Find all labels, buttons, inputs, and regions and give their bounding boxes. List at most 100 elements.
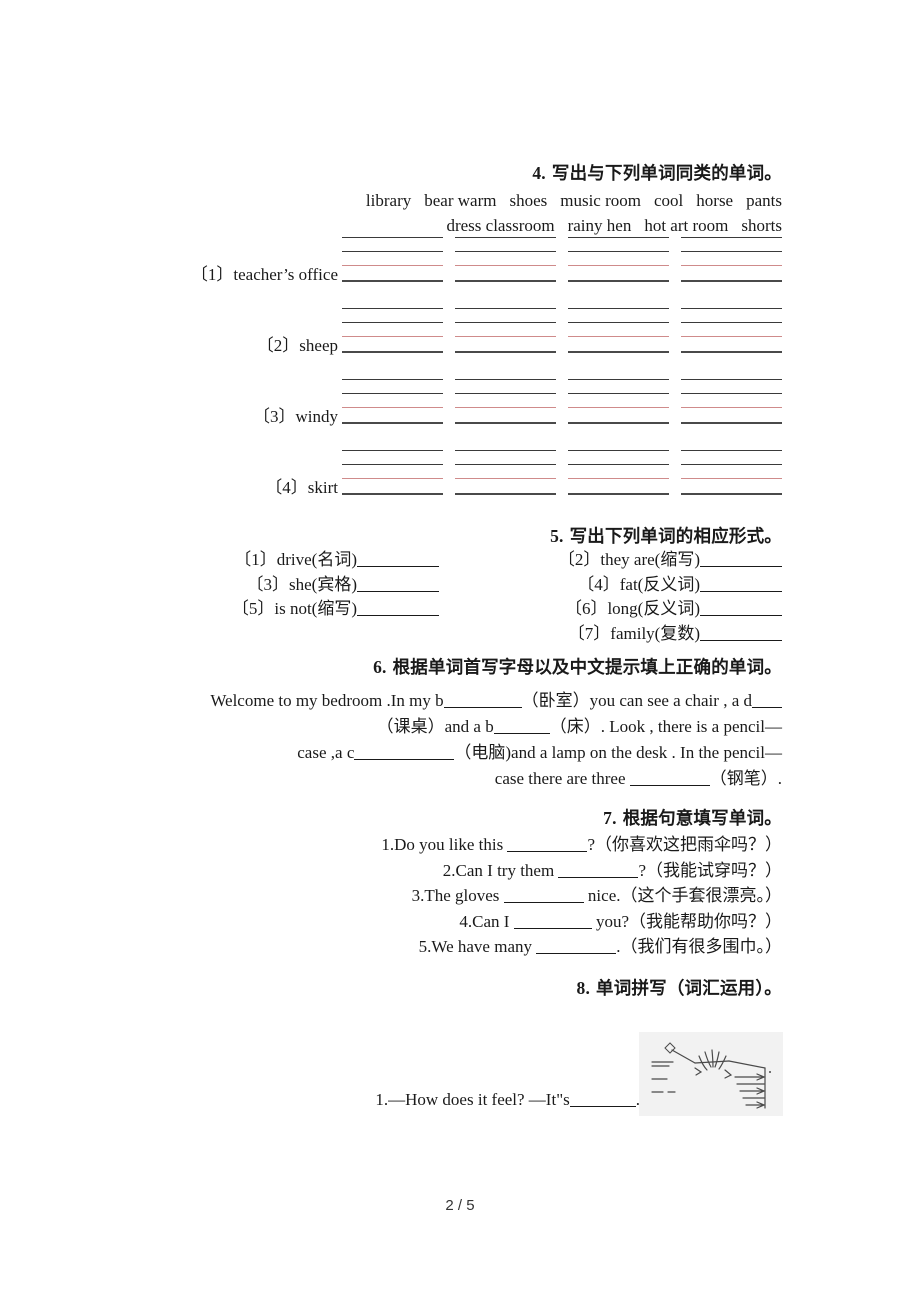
four-line-writing-guide[interactable]: [681, 308, 782, 364]
writing-row: 〔4〕skirt: [120, 435, 782, 506]
answer-blank[interactable]: [357, 615, 439, 616]
four-line-writing-guide[interactable]: [568, 379, 669, 435]
answer-blank[interactable]: [700, 639, 782, 641]
static-text: 5.We have many: [418, 937, 537, 956]
answer-blank[interactable]: [493, 733, 550, 734]
answer-blank[interactable]: [357, 590, 439, 592]
section-8-heading: 8. 单词拼写（词汇运用）。: [420, 975, 782, 1000]
fill-in-question: 1.Do you like this ?（你喜欢这把雨伞吗？）: [240, 832, 782, 858]
section-4-number: 4.: [532, 163, 546, 183]
section-8-question-1: 1.—How does it feel? —It"s.: [240, 1090, 640, 1110]
word-form-item: 〔3〕she(宾格): [140, 573, 461, 598]
answer-blank[interactable]: [357, 566, 439, 567]
static-text: case ,a c: [297, 743, 355, 762]
word-bank-item: music room: [560, 191, 641, 210]
section-8-illustration: [639, 1032, 783, 1116]
answer-blank[interactable]: [503, 902, 584, 903]
section-5-title: 写出下列单词的相应形式。: [569, 526, 782, 546]
answer-blank[interactable]: [507, 851, 588, 852]
word-form-prompt: 〔2〕they are(缩写): [557, 550, 700, 569]
answer-blank[interactable]: [536, 953, 617, 954]
section-7-title: 根据句意填写单词。: [622, 808, 782, 828]
section-6-title: 根据单词首写字母以及中文提示填上正确的单词。: [392, 657, 782, 677]
static-text: 1.—How does it feel? —It"s: [375, 1090, 570, 1109]
static-text: （电脑)and a lamp on the desk . In the penc…: [454, 743, 782, 762]
section-5-heading: 5. 写出下列单词的相应形式。: [400, 523, 782, 548]
writing-row-label: 〔2〕sheep: [256, 336, 338, 355]
section-4-heading: 4. 写出与下列单词同类的单词。: [260, 160, 782, 185]
passage-line: case ,a c （电脑)and a lamp on the desk . In…: [140, 740, 782, 766]
word-bank-item: pants: [746, 191, 782, 210]
word-form-prompt: 〔5〕is not(缩写): [231, 599, 357, 618]
section-7-questions: 1.Do you like this ?（你喜欢这把雨伞吗？） 2.Can I t…: [240, 832, 782, 960]
four-line-writing-guide[interactable]: [342, 237, 443, 293]
fill-in-question: 5.We have many .（我们有很多围巾。）: [240, 934, 782, 960]
answer-blank[interactable]: [569, 1106, 636, 1107]
static-text: nice.（这个手套很漂亮。）: [583, 886, 782, 905]
section-4-title: 写出与下列单词同类的单词。: [551, 163, 782, 183]
section-6-number: 6.: [373, 657, 387, 677]
writing-row-cells: [342, 237, 782, 293]
static-text: Welcome to my bedroom .In my b: [210, 691, 444, 710]
page-number: 2 / 5: [445, 1197, 475, 1214]
answer-blank[interactable]: [558, 876, 639, 878]
answer-blank[interactable]: [354, 759, 455, 760]
four-line-writing-guide[interactable]: [342, 450, 443, 506]
section-6-passage: Welcome to my bedroom .In my b （卧室）you ca…: [140, 688, 782, 792]
writing-row-cells: [342, 308, 782, 364]
word-bank-item: library: [365, 191, 412, 210]
section-8-number: 8.: [576, 978, 591, 998]
four-line-writing-guide[interactable]: [455, 308, 556, 364]
section-5-left-column: 〔1〕drive(名词) 〔3〕she(宾格) 〔5〕is not(缩写): [140, 548, 461, 646]
static-text: ?（我能试穿吗？）: [638, 860, 782, 880]
section-8-title: 单词拼写（词汇运用）。: [596, 978, 782, 998]
four-line-writing-guide[interactable]: [681, 379, 782, 435]
writing-row-label: 〔1〕teacher’s office: [190, 265, 338, 284]
four-line-writing-guide[interactable]: [342, 379, 443, 435]
four-line-writing-guide[interactable]: [681, 450, 782, 506]
static-text: 2.Can I try them: [442, 860, 559, 880]
word-form-prompt: 〔4〕fat(反义词): [577, 574, 700, 594]
answer-blank[interactable]: [513, 927, 592, 929]
word-bank-item: horse: [696, 191, 734, 210]
writing-row-label: 〔4〕skirt: [265, 478, 338, 497]
four-line-writing-guide[interactable]: [455, 450, 556, 506]
static-text: （卧室）you can see a chair , a d: [521, 691, 752, 710]
four-line-writing-guide[interactable]: [455, 237, 556, 293]
four-line-writing-guide[interactable]: [681, 237, 782, 293]
fill-in-question: 3.The gloves nice.（这个手套很漂亮。）: [240, 883, 782, 909]
word-form-prompt: 〔3〕she(宾格): [246, 574, 357, 594]
answer-blank[interactable]: [700, 590, 782, 592]
writing-row: 〔1〕teacher’s office: [120, 222, 782, 293]
word-form-item: 〔5〕is not(缩写): [140, 597, 461, 622]
fill-in-question: 4.Can I you?（我能帮助你吗？）: [240, 909, 782, 935]
passage-line: Welcome to my bedroom .In my b （卧室）you ca…: [140, 688, 782, 714]
four-line-writing-guide[interactable]: [455, 379, 556, 435]
section-7-heading: 7. 根据句意填写单词。: [400, 805, 782, 830]
four-line-writing-guide[interactable]: [568, 450, 669, 506]
section-5-items: 〔1〕drive(名词) 〔3〕she(宾格) 〔5〕is not(缩写) 〔2〕t…: [140, 548, 782, 646]
static-text: ?（你喜欢这把雨伞吗？）: [587, 835, 782, 854]
answer-blank[interactable]: [629, 785, 710, 786]
answer-blank[interactable]: [443, 707, 522, 708]
word-form-item: 〔7〕family(复数): [461, 622, 782, 647]
passage-line: （课桌）and a b （床）. Look , there is a pencil…: [140, 714, 782, 740]
answer-blank[interactable]: [700, 615, 782, 616]
static-text: 3.The gloves: [411, 886, 504, 905]
writing-row-cells: [342, 450, 782, 506]
four-line-writing-guide[interactable]: [568, 308, 669, 364]
four-line-writing-guide[interactable]: [342, 308, 443, 364]
four-line-writing-guide[interactable]: [568, 237, 669, 293]
word-form-item: 〔1〕drive(名词): [140, 548, 461, 573]
static-text: （课桌）and a b: [376, 717, 494, 736]
answer-blank[interactable]: [700, 566, 782, 567]
answer-blank[interactable]: [752, 707, 782, 708]
worksheet-page: 4. 写出与下列单词同类的单词。 library bear warm shoes mus…: [0, 0, 920, 1302]
section-4-writing-rows: 〔1〕teacher’s office 〔2〕sheep 〔3〕windy 〔4〕sk…: [120, 222, 782, 506]
word-form-item: 〔2〕they are(缩写): [461, 548, 782, 573]
word-form-prompt: 〔6〕long(反义词): [564, 599, 700, 618]
word-form-item: 〔6〕long(反义词): [461, 597, 782, 622]
static-text: .: [635, 1090, 640, 1109]
section-6-heading: 6. 根据单词首写字母以及中文提示填上正确的单词。: [300, 654, 782, 679]
section-5-number: 5.: [550, 526, 564, 546]
